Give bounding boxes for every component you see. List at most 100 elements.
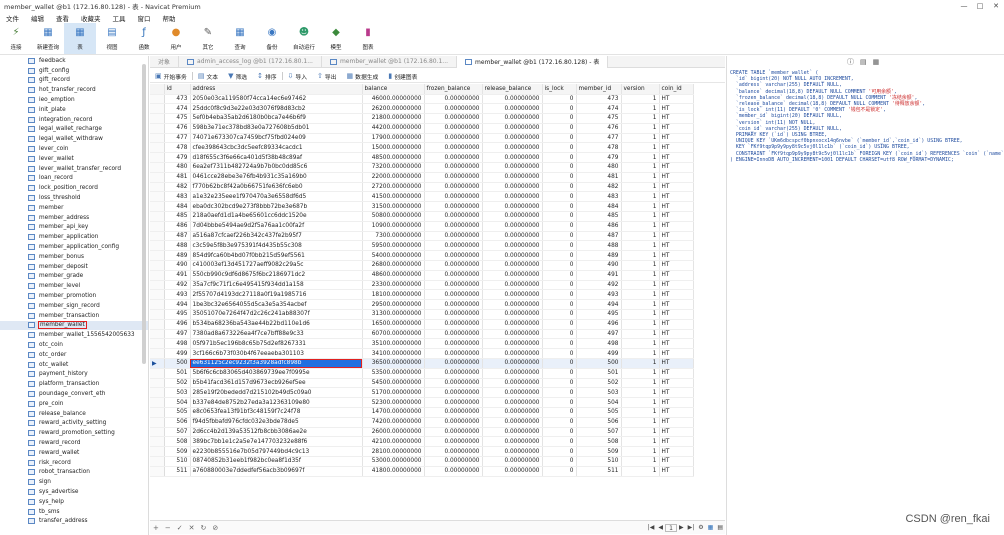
subtool-button-6[interactable]: ▦ 数据生成 bbox=[342, 72, 384, 81]
cell-balance[interactable]: 50800.00000000 bbox=[362, 211, 425, 222]
subtool-button-3[interactable]: ↕ 排序 bbox=[252, 72, 281, 81]
cell-release-balance[interactable]: 0.00000000 bbox=[482, 103, 543, 115]
cell-coin-id[interactable]: HT bbox=[659, 436, 694, 448]
cell-release-balance[interactable]: 0.00000000 bbox=[482, 348, 543, 360]
cell-is-lock[interactable]: 0 bbox=[542, 133, 577, 144]
sidebar-item-tb-sms[interactable]: tb_sms bbox=[0, 507, 148, 517]
cell-version[interactable]: 1 bbox=[621, 250, 660, 262]
sidebar-item-gift-record[interactable]: gift_record bbox=[0, 76, 148, 86]
delete-record-button[interactable]: − bbox=[162, 524, 174, 532]
next-page-button[interactable]: ▶ bbox=[677, 524, 686, 531]
refresh-button[interactable]: ↻ bbox=[198, 524, 210, 532]
cell-frozen-balance[interactable]: 0.00000000 bbox=[424, 142, 483, 154]
cell-address[interactable]: 35a7cf9c71f1c6e495415f934dd1a158 bbox=[190, 280, 363, 291]
cell-is-lock[interactable]: 0 bbox=[542, 103, 577, 115]
sidebar-item-member-deposit[interactable]: member_deposit bbox=[0, 262, 148, 272]
cell-release-balance[interactable]: 0.00000000 bbox=[482, 270, 543, 281]
cell-id[interactable]: 504 bbox=[164, 397, 191, 408]
cell-id[interactable]: 474 bbox=[164, 103, 191, 115]
cell-version[interactable]: 1 bbox=[621, 201, 660, 213]
sidebar-item-legal-wallet-recharge[interactable]: legal_wallet_recharge bbox=[0, 125, 148, 135]
cell-coin-id[interactable]: HT bbox=[659, 103, 694, 115]
cell-balance[interactable]: 29500.00000000 bbox=[362, 299, 425, 311]
cell-member-id[interactable]: 509 bbox=[576, 446, 622, 457]
table-row[interactable]: 478 cfee398643cbc3dc5eefc89334cacdc1 15000… bbox=[150, 142, 694, 154]
cell-id[interactable]: 510 bbox=[164, 456, 191, 467]
cell-member-id[interactable]: 485 bbox=[576, 211, 622, 222]
cell-member-id[interactable]: 480 bbox=[576, 162, 622, 173]
cell-coin-id[interactable]: HT bbox=[659, 427, 694, 438]
table-row[interactable]: 498 05f971b5ec196b8c65b75d2ef8267331 35100… bbox=[150, 338, 694, 350]
cell-member-id[interactable]: 483 bbox=[576, 191, 622, 203]
cell-member-id[interactable]: 479 bbox=[576, 152, 622, 164]
cell-is-lock[interactable]: 0 bbox=[542, 338, 577, 350]
cell-version[interactable]: 1 bbox=[621, 427, 660, 438]
toolbar-button-9[interactable]: ☻ 自动运行 bbox=[288, 23, 320, 54]
toolbar-button-4[interactable]: ƒ 函数 bbox=[128, 23, 160, 54]
cell-version[interactable]: 1 bbox=[621, 299, 660, 311]
cell-member-id[interactable]: 474 bbox=[576, 103, 622, 115]
table-row[interactable]: 491 550cb990c9df6d8675f6bc2186971dc2 48600… bbox=[150, 270, 694, 281]
cell-member-id[interactable]: 496 bbox=[576, 319, 622, 330]
cell-coin-id[interactable]: HT bbox=[659, 211, 694, 222]
row-indicator[interactable] bbox=[150, 348, 165, 360]
cell-frozen-balance[interactable]: 0.00000000 bbox=[424, 211, 483, 222]
table-row[interactable]: 484 eba0dc302bcd9e273f8bbb72be3e687b 31500… bbox=[150, 201, 694, 213]
page-number-input[interactable]: 1 bbox=[665, 523, 677, 532]
cell-release-balance[interactable]: 0.00000000 bbox=[482, 182, 543, 193]
toolbar-button-6[interactable]: ✎ 其它 bbox=[192, 23, 224, 54]
table-row[interactable]: 496 b534ba68236ba543ae44b22bd110e1d6 16500… bbox=[150, 319, 694, 330]
cell-frozen-balance[interactable]: 0.00000000 bbox=[424, 348, 483, 360]
cell-balance[interactable]: 60700.00000000 bbox=[362, 329, 425, 340]
cell-id[interactable]: 482 bbox=[164, 182, 191, 193]
cell-member-id[interactable]: 484 bbox=[576, 201, 622, 213]
cell-balance[interactable]: 26200.00000000 bbox=[362, 103, 425, 115]
cell-coin-id[interactable]: HT bbox=[659, 133, 694, 144]
table-row[interactable]: 510 08740852b31eeb1f982bc0ea8f1d35f 53000.… bbox=[150, 456, 694, 467]
cell-address[interactable]: 5ef0b4eba35ab2d6180b0bca7e46b6f9 bbox=[190, 113, 363, 124]
cell-address[interactable]: a1e32e235eee1f970470a3e6558df6d5 bbox=[190, 191, 363, 203]
cell-address[interactable]: b337e84de8752b27eda3a12363109e80 bbox=[190, 397, 363, 408]
cell-member-id[interactable]: 508 bbox=[576, 436, 622, 448]
cell-coin-id[interactable]: HT bbox=[659, 152, 694, 164]
cell-release-balance[interactable]: 0.00000000 bbox=[482, 280, 543, 291]
cell-address[interactable]: 08740852b31eeb1f982bc0ea8f1d35f bbox=[190, 456, 363, 467]
column-header-release-balance[interactable]: release_balance bbox=[482, 84, 543, 95]
row-indicator[interactable] bbox=[150, 260, 165, 271]
sidebar-item-init-plate[interactable]: init_plate bbox=[0, 105, 148, 115]
cell-frozen-balance[interactable]: 0.00000000 bbox=[424, 338, 483, 350]
toolbar-button-0[interactable]: ⚡ 连接 bbox=[0, 23, 32, 54]
sidebar-item-sys-help[interactable]: sys_help bbox=[0, 497, 148, 507]
row-indicator[interactable] bbox=[150, 387, 165, 399]
cell-id[interactable]: 481 bbox=[164, 172, 191, 183]
cell-release-balance[interactable]: 0.00000000 bbox=[482, 368, 543, 379]
cell-version[interactable]: 1 bbox=[621, 191, 660, 203]
table-row[interactable]: 490 c410003ef13d451727aeff9082c29a5c 26800… bbox=[150, 260, 694, 271]
cell-balance[interactable]: 48600.00000000 bbox=[362, 270, 425, 281]
row-indicator[interactable] bbox=[150, 446, 165, 457]
sidebar-item-sign[interactable]: sign bbox=[0, 477, 148, 487]
cell-balance[interactable]: 27200.00000000 bbox=[362, 182, 425, 193]
row-indicator[interactable] bbox=[150, 211, 165, 222]
cell-version[interactable]: 1 bbox=[621, 436, 660, 448]
cell-release-balance[interactable]: 0.00000000 bbox=[482, 358, 543, 369]
cell-id[interactable]: 511 bbox=[164, 466, 191, 477]
cell-address[interactable]: 35051070e7264f47d2c26c241ab88307f bbox=[190, 309, 363, 320]
cell-coin-id[interactable]: HT bbox=[659, 329, 694, 340]
cell-release-balance[interactable]: 0.00000000 bbox=[482, 338, 543, 350]
column-header-frozen-balance[interactable]: frozen_balance bbox=[424, 84, 483, 95]
sidebar-item-platform-transaction[interactable]: platform_transaction bbox=[0, 379, 148, 389]
cell-member-id[interactable]: 494 bbox=[576, 299, 622, 311]
cell-release-balance[interactable]: 0.00000000 bbox=[482, 221, 543, 232]
cell-balance[interactable]: 23300.00000000 bbox=[362, 280, 425, 291]
menu-item-0[interactable]: 文件 bbox=[0, 13, 25, 23]
minimize-button[interactable]: — bbox=[956, 2, 972, 10]
sidebar-item-reward-promotion-setting[interactable]: reward_promotion_setting bbox=[0, 428, 148, 438]
cell-version[interactable]: 1 bbox=[621, 368, 660, 379]
row-indicator[interactable] bbox=[150, 417, 165, 428]
cell-member-id[interactable]: 488 bbox=[576, 240, 622, 252]
cell-member-id[interactable]: 492 bbox=[576, 280, 622, 291]
row-indicator[interactable] bbox=[150, 407, 165, 418]
sidebar-item-poundage-convert-eth[interactable]: poundage_convert_eth bbox=[0, 389, 148, 399]
cell-member-id[interactable]: 498 bbox=[576, 338, 622, 350]
